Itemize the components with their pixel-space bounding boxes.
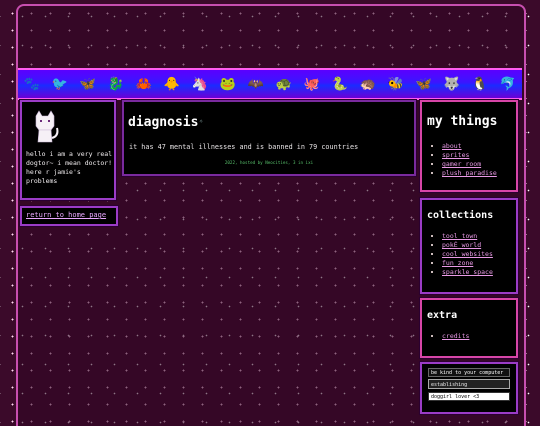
sprite-banner: 🐾 🐦 🦋 🐉 🦀 🐥 🦄 🐸 🦇 🐢 🐙 🐍 🦔 🐝 🦋 🐺 🐧 🐬 [18, 68, 522, 100]
footer-text: 2022, hosted by Neocities, 3 in ixi [224, 160, 314, 165]
banner-sprite-icon: 🐉 [107, 76, 125, 92]
my-things-heading: my things [427, 114, 498, 129]
page-title: diagnosis [128, 115, 199, 130]
banner-sprite-icon: 🦋 [79, 76, 97, 92]
banner-sprite-icon: 🦋 [415, 76, 433, 92]
nav-link-poke-world[interactable]: pokÉ world [442, 241, 481, 249]
banner-sprite-icon: 🐥 [163, 76, 181, 92]
sparkle-icon: ✧ [199, 117, 204, 125]
banner-sprite-icon: 🐍 [331, 76, 349, 92]
nav-link-sprites[interactable]: sprites [442, 151, 469, 159]
nav-link-fun-zone[interactable]: fun zone [442, 259, 473, 267]
diagnosis-message: it has 47 mental illnesses and is banned… [129, 143, 359, 151]
nav-link-plush-paradise[interactable]: plush paradise [442, 169, 497, 177]
nav-link-credits[interactable]: credits [442, 332, 469, 340]
badge-doggirl[interactable]: doggirl lover <3 [428, 392, 510, 401]
nav-link-tool-town[interactable]: tool town [442, 232, 477, 240]
nav-link-cool-websites[interactable]: cool websites [442, 250, 493, 258]
profile-box: hello i am a very real dogtor~ i mean do… [20, 100, 116, 200]
banner-sprite-icon: 🦀 [135, 76, 153, 92]
badges-box: be kind to your computer establishing co… [420, 362, 518, 414]
banner-sprite-icon: 🐧 [471, 76, 489, 92]
profile-text: hello i am a very real dogtor~ i mean do… [26, 150, 113, 185]
nav-link-sparkle-space[interactable]: sparkle space [442, 268, 493, 276]
banner-sprite-icon: 🦔 [359, 76, 377, 92]
badge-kind-computer[interactable]: be kind to your computer [428, 368, 510, 377]
banner-sprite-icon: 🐸 [219, 76, 237, 92]
banner-sprite-icon: 🐦 [51, 76, 69, 92]
collections-heading: collections [427, 210, 494, 221]
nav-link-about[interactable]: about [442, 142, 462, 150]
extra-heading: extra [427, 310, 458, 321]
cat-sprite-icon [35, 110, 59, 143]
banner-sprite-icon: 🐬 [499, 76, 517, 92]
badge-connection[interactable]: establishing connection... [428, 379, 510, 398]
nav-link-gamer-room[interactable]: gamer room [442, 160, 481, 168]
extra-box: extra credits [420, 298, 518, 358]
banner-sprite-icon: 🦇 [247, 76, 265, 92]
banner-sprite-icon: 🐾 [23, 76, 41, 92]
home-link[interactable]: return to home page [26, 211, 106, 219]
my-things-box: my things about sprites gamer room plush… [420, 100, 518, 192]
banner-sprite-icon: 🐺 [443, 76, 461, 92]
main-content-box: diagnosis ✧ it has 47 mental illnesses a… [122, 100, 416, 176]
banner-sprite-icon: 🐢 [275, 76, 293, 92]
home-link-box: return to home page [20, 206, 118, 226]
collections-box: collections tool town pokÉ world cool we… [420, 198, 518, 294]
banner-sprite-icon: 🐝 [387, 76, 405, 92]
banner-sprite-icon: 🦄 [191, 76, 209, 92]
banner-sprite-icon: 🐙 [303, 76, 321, 92]
